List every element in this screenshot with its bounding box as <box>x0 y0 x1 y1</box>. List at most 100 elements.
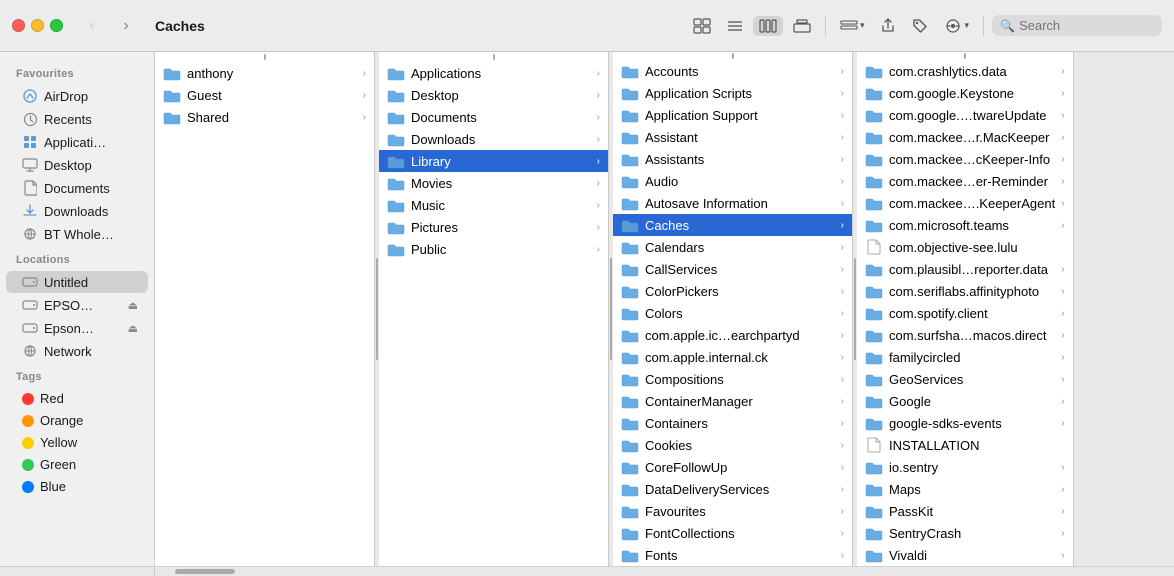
action-button[interactable]: ▾ <box>938 15 975 37</box>
list-item[interactable]: CallServices › <box>613 258 852 280</box>
hscroll-track[interactable] <box>155 567 1174 576</box>
list-item[interactable]: com.mackee….KeeperAgent › <box>857 192 1073 214</box>
list-item[interactable]: Colors › <box>613 302 852 324</box>
list-item[interactable]: PassKit › <box>857 500 1073 522</box>
list-item[interactable]: com.plausibl…reporter.data › <box>857 258 1073 280</box>
list-item[interactable]: com.mackee…cKeeper-Info › <box>857 148 1073 170</box>
list-item[interactable]: com.objective-see.lulu <box>857 236 1073 258</box>
sidebar-item-tag-blue[interactable]: Blue <box>6 476 148 497</box>
list-item[interactable]: Compositions › <box>613 368 852 390</box>
sidebar-item-tag-green[interactable]: Green <box>6 454 148 475</box>
list-item[interactable]: ContainerManager › <box>613 390 852 412</box>
list-item[interactable]: GeoServices › <box>857 368 1073 390</box>
list-item[interactable]: Assistant › <box>613 126 852 148</box>
forward-button[interactable]: › <box>113 16 139 36</box>
list-item[interactable]: com.apple.ic…earchpartyd › <box>613 324 852 346</box>
list-item[interactable]: com.google.Keystone › <box>857 82 1073 104</box>
sidebar-item-applications[interactable]: Applicati… <box>6 131 148 153</box>
view-grid-button[interactable] <box>687 15 717 37</box>
search-box[interactable]: 🔍 <box>992 15 1162 36</box>
list-item[interactable]: Audio › <box>613 170 852 192</box>
sidebar-item-tag-red[interactable]: Red <box>6 388 148 409</box>
eject-icon[interactable]: ⏏ <box>128 299 138 312</box>
list-item[interactable]: Desktop › <box>379 84 608 106</box>
list-item[interactable]: com.seriflabs.affinityphoto › <box>857 280 1073 302</box>
list-item[interactable]: Application Scripts › <box>613 82 852 104</box>
list-item[interactable]: com.crashlytics.data › <box>857 60 1073 82</box>
sidebar-item-documents[interactable]: Documents <box>6 177 148 199</box>
list-item[interactable]: Music › <box>379 194 608 216</box>
eject-icon[interactable]: ⏏ <box>128 322 138 335</box>
list-item[interactable]: familycircled › <box>857 346 1073 368</box>
list-item[interactable]: Application Support › <box>613 104 852 126</box>
list-item[interactable]: Containers › <box>613 412 852 434</box>
list-item[interactable]: anthony › <box>155 62 374 84</box>
sidebar-item-untitled[interactable]: Untitled <box>6 271 148 293</box>
folder-icon <box>865 415 883 431</box>
maximize-button[interactable] <box>50 19 63 32</box>
list-item[interactable]: Applications › <box>379 62 608 84</box>
list-item[interactable]: Movies › <box>379 172 608 194</box>
list-item[interactable]: com.mackee…r.MacKeeper › <box>857 126 1073 148</box>
sidebar-item-downloads[interactable]: Downloads <box>6 200 148 222</box>
list-item[interactable]: DataDeliveryServices › <box>613 478 852 500</box>
list-item[interactable]: Cookies › <box>613 434 852 456</box>
horizontal-scrollbar[interactable] <box>0 566 1174 576</box>
tag-button[interactable] <box>906 15 934 37</box>
list-item[interactable]: io.sentry › <box>857 456 1073 478</box>
list-item[interactable]: google-sdks-events › <box>857 412 1073 434</box>
tags-label: Tags <box>0 363 154 387</box>
list-item[interactable]: ColorPickers › <box>613 280 852 302</box>
list-item[interactable]: Maps › <box>857 478 1073 500</box>
list-item[interactable]: Fonts › <box>613 544 852 566</box>
list-item[interactable]: com.spotify.client › <box>857 302 1073 324</box>
list-item[interactable]: CoreFollowUp › <box>613 456 852 478</box>
list-item[interactable]: Shared › <box>155 106 374 128</box>
list-item[interactable]: Assistants › <box>613 148 852 170</box>
sidebar-item-desktop[interactable]: Desktop <box>6 154 148 176</box>
list-item[interactable]: Caches › <box>613 214 852 236</box>
list-item[interactable]: FontCollections › <box>613 522 852 544</box>
back-button[interactable]: ‹ <box>79 16 105 36</box>
list-item[interactable]: Autosave Information › <box>613 192 852 214</box>
share-button[interactable] <box>874 15 902 37</box>
sidebar-item-epso1[interactable]: EPSO… ⏏ <box>6 294 148 316</box>
resize-handle-3[interactable] <box>853 52 857 566</box>
list-item[interactable]: Favourites › <box>613 500 852 522</box>
list-item[interactable]: com.microsoft.teams › <box>857 214 1073 236</box>
list-item[interactable]: com.google.…twareUpdate › <box>857 104 1073 126</box>
list-item[interactable]: Downloads › <box>379 128 608 150</box>
list-item[interactable]: Public › <box>379 238 608 260</box>
list-item[interactable]: Pictures › <box>379 216 608 238</box>
sidebar-item-tag-orange[interactable]: Orange <box>6 410 148 431</box>
sidebar-item-network[interactable]: Network <box>6 340 148 362</box>
list-item[interactable]: Accounts › <box>613 60 852 82</box>
close-button[interactable] <box>12 19 25 32</box>
view-column-button[interactable] <box>753 16 783 36</box>
col-item-label: Application Scripts <box>645 86 835 101</box>
sidebar-item-btwhole[interactable]: BT Whole… <box>6 223 148 245</box>
minimize-button[interactable] <box>31 19 44 32</box>
list-item[interactable]: INSTALLATION <box>857 434 1073 456</box>
sidebar-item-airdrop[interactable]: AirDrop <box>6 85 148 107</box>
list-item[interactable]: Guest › <box>155 84 374 106</box>
list-item[interactable]: Documents › <box>379 106 608 128</box>
list-item[interactable]: SentryCrash › <box>857 522 1073 544</box>
list-item[interactable]: com.mackee…er-Reminder › <box>857 170 1073 192</box>
arrange-button[interactable]: ▾ <box>834 16 871 36</box>
search-input[interactable] <box>1019 18 1154 33</box>
resize-handle-1[interactable] <box>375 52 379 566</box>
list-item[interactable]: Library › <box>379 150 608 172</box>
list-item[interactable]: Vivaldi › <box>857 544 1073 566</box>
list-item[interactable]: Google › <box>857 390 1073 412</box>
sidebar-item-label: Untitled <box>44 275 138 290</box>
list-item[interactable]: Calendars › <box>613 236 852 258</box>
view-list-button[interactable] <box>721 16 749 36</box>
view-gallery-button[interactable] <box>787 16 817 36</box>
list-item[interactable]: com.surfsha…macos.direct › <box>857 324 1073 346</box>
sidebar-item-epson2[interactable]: Epson… ⏏ <box>6 317 148 339</box>
sidebar-item-recents[interactable]: Recents <box>6 108 148 130</box>
sidebar-item-tag-yellow[interactable]: Yellow <box>6 432 148 453</box>
resize-handle-2[interactable] <box>609 52 613 566</box>
list-item[interactable]: com.apple.internal.ck › <box>613 346 852 368</box>
